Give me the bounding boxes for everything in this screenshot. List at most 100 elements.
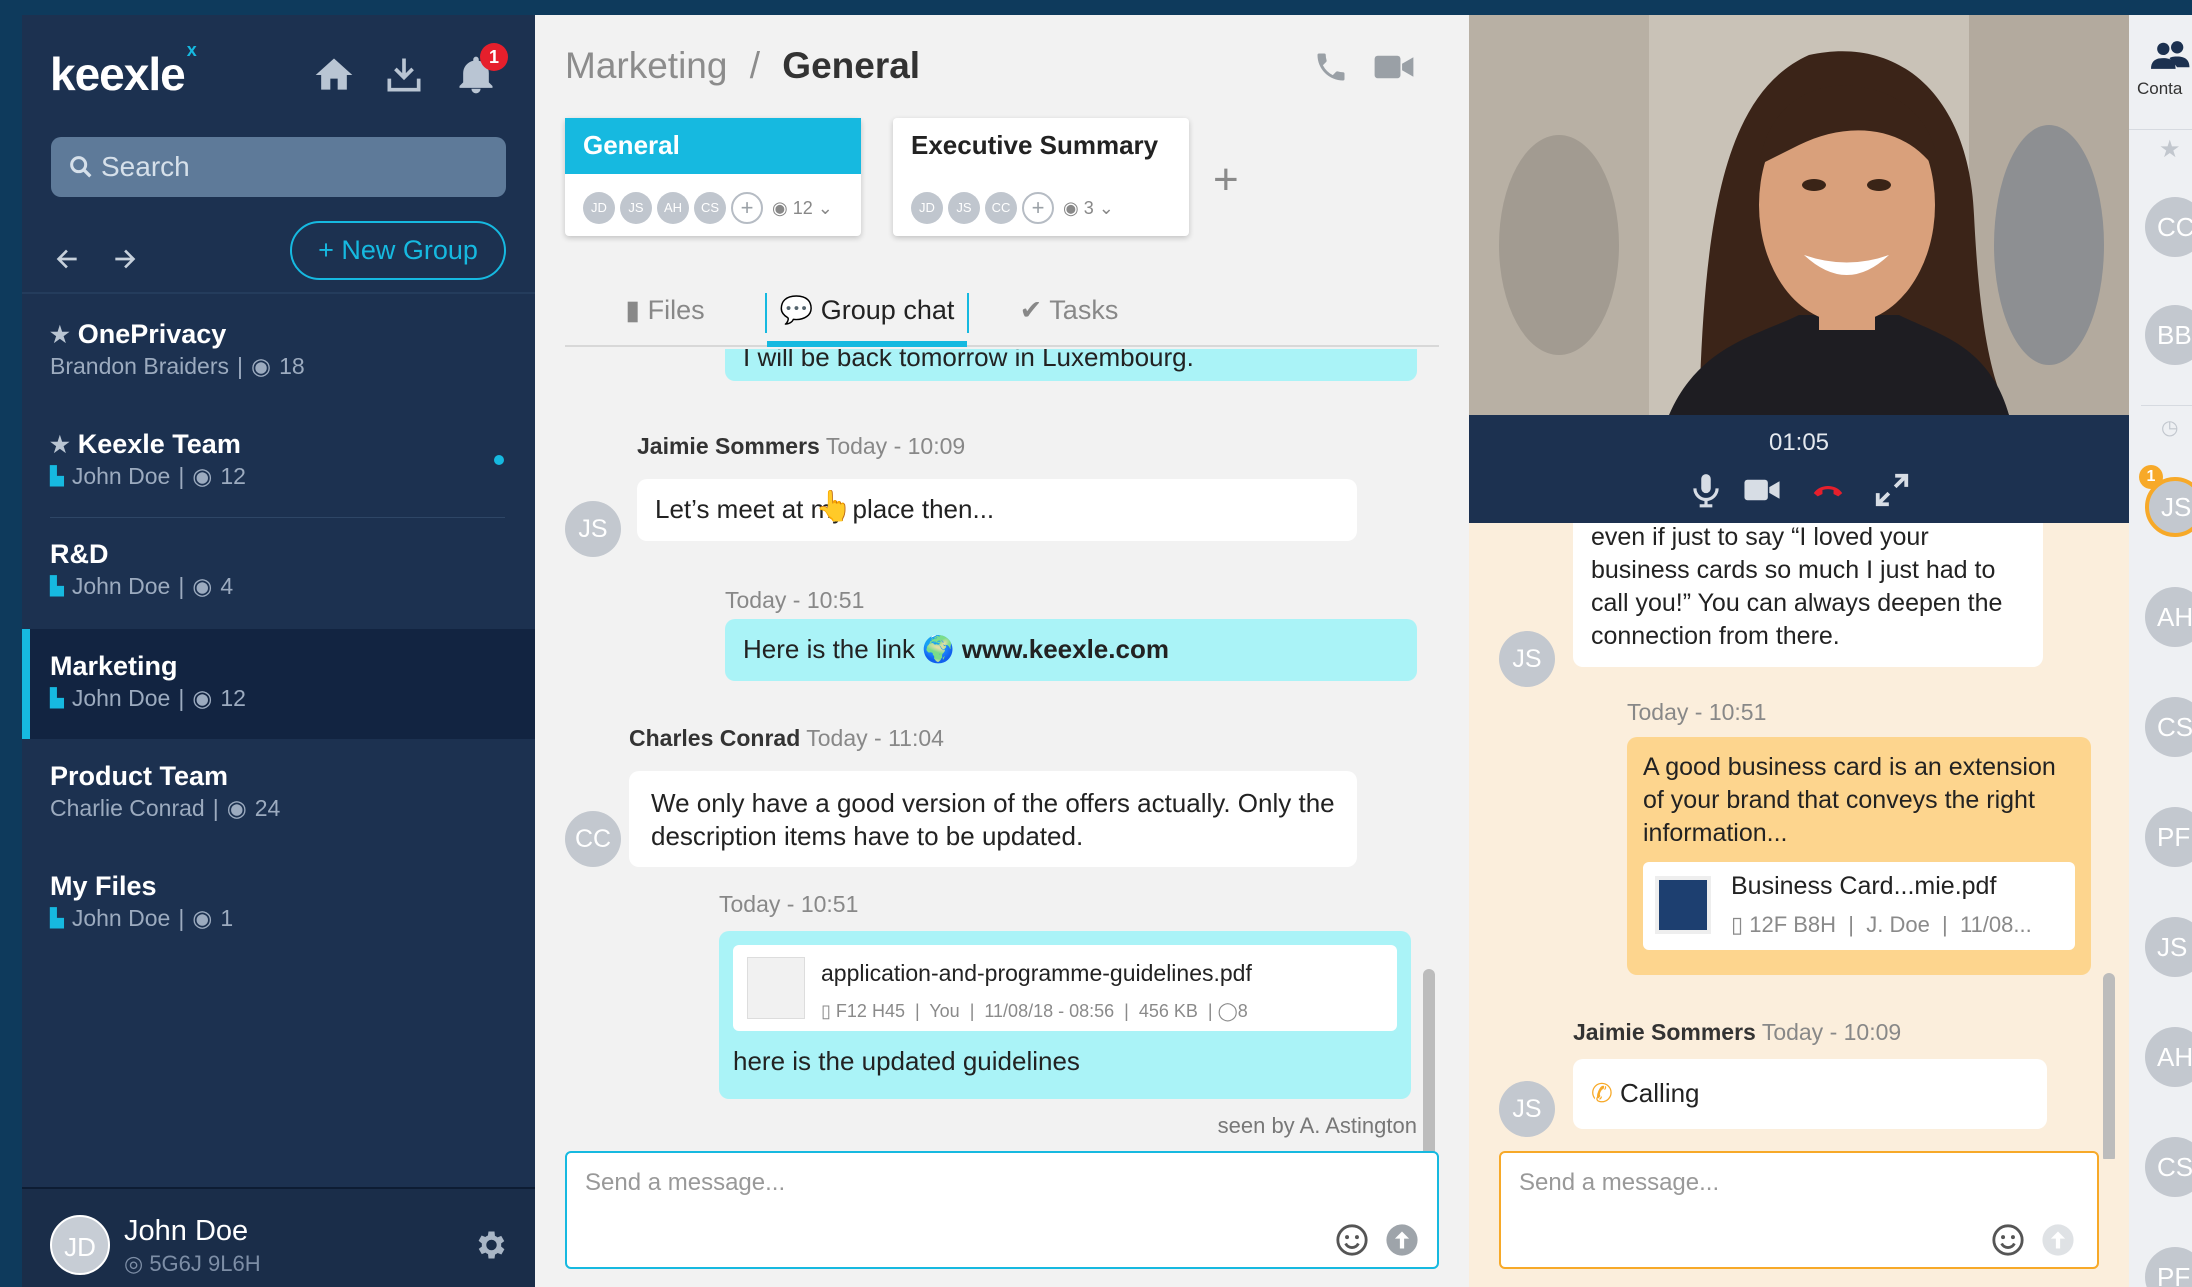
message-bubble: A good business card is an extension of …	[1627, 737, 2091, 975]
back-arrow-icon[interactable]	[50, 243, 82, 275]
call-chat-messages[interactable]: JS even if just to say “I loved your bus…	[1469, 523, 2129, 1159]
avatar[interactable]: JS	[1499, 1081, 1555, 1137]
contact-avatar[interactable]: AH	[2145, 587, 2192, 647]
group-name: Marketing	[50, 651, 178, 681]
channel-tabs: ▮ Files 💬 Group chat ✔ Tasks	[565, 283, 1439, 347]
group-name: ★ OnePrivacy	[50, 319, 227, 349]
notification-badge: 1	[480, 43, 508, 71]
contacts-icon[interactable]	[2151, 37, 2191, 73]
message-input[interactable]: Send a message...	[565, 1151, 1439, 1269]
avatar[interactable]: JS	[1499, 631, 1555, 687]
gear-icon[interactable]	[472, 1227, 508, 1263]
file-thumbnail	[747, 957, 805, 1019]
send-icon[interactable]	[2041, 1223, 2075, 1257]
user-bar: JD John Doe ◎ 5G6J 9L6H	[22, 1187, 535, 1287]
message-meta: Jaimie Sommers Today - 10:09	[1573, 1019, 1902, 1045]
contact-avatar[interactable]: CS	[2145, 697, 2192, 757]
tab-group-chat[interactable]: 💬 Group chat	[767, 283, 967, 347]
video-camera-icon[interactable]	[1373, 49, 1415, 85]
group-name: My Files	[50, 871, 157, 901]
contact-avatar[interactable]: BB	[2145, 305, 2192, 365]
avatar[interactable]: JD	[50, 1215, 110, 1275]
comment-icon: ◯	[1217, 1001, 1238, 1021]
chat-messages[interactable]: I will be back tomorrow in Luxembourg. J…	[565, 349, 1439, 1159]
tab-files[interactable]: ▮ Files	[565, 283, 765, 347]
call-timer: 01:05	[1768, 429, 1830, 456]
emoji-icon[interactable]	[1991, 1223, 2025, 1257]
group-details: Charlie Conrad | ◉ 24	[50, 795, 281, 821]
avatar: JS	[948, 192, 980, 224]
add-channel-button[interactable]: +	[1213, 155, 1239, 205]
contacts-label[interactable]: Conta	[2137, 79, 2182, 99]
add-member-button[interactable]: +	[1022, 192, 1054, 224]
expand-icon[interactable]	[1873, 471, 1911, 509]
message-text: A good business card is an extension of …	[1643, 753, 2056, 847]
phone-icon[interactable]	[1313, 49, 1349, 85]
member-count: 4	[220, 573, 234, 599]
contact-avatar[interactable]: JS	[2145, 917, 2192, 977]
search-icon	[70, 156, 92, 178]
message-text: here is the updated guidelines	[733, 1046, 1080, 1076]
message-bubble: Here is the link 🌍 www.keexle.com	[725, 619, 1417, 681]
message-link[interactable]: www.keexle.com	[962, 634, 1169, 664]
group-item[interactable]: Marketing ▙ John Doe | ◉ 12	[22, 629, 535, 739]
group-owner: John Doe	[71, 463, 171, 489]
home-icon[interactable]	[312, 53, 356, 97]
add-member-button[interactable]: +	[731, 192, 763, 224]
file-icon: ▯	[1731, 912, 1744, 937]
message-time: Today - 10:51	[719, 891, 859, 917]
avatar[interactable]: JS	[565, 501, 621, 557]
composer-placeholder: Send a message...	[1519, 1169, 1720, 1196]
user-name: John Doe	[124, 1215, 249, 1247]
group-details: ▙ John Doe | ◉ 4	[50, 573, 234, 599]
members-icon: ◉	[192, 573, 213, 599]
search-input[interactable]: Search	[51, 137, 506, 197]
video-camera-icon[interactable]	[1743, 471, 1781, 509]
send-icon[interactable]	[1385, 1223, 1419, 1257]
unread-dot	[494, 455, 504, 465]
group-item[interactable]: ★ OnePrivacy Brandon Braiders | ◉ 18	[22, 297, 535, 407]
hang-up-icon[interactable]	[1809, 471, 1847, 509]
video-feed[interactable]	[1469, 15, 2129, 415]
channel-card-general[interactable]: General JD JS AH CS + ◉ 12 ⌄	[565, 118, 861, 236]
group-details: ▙ John Doe | ◉ 12	[50, 685, 246, 711]
group-item[interactable]: Product Team Charlie Conrad | ◉ 24	[22, 739, 535, 849]
microphone-icon[interactable]	[1687, 471, 1725, 509]
app-logo[interactable]: keexle x	[50, 40, 197, 101]
contact-avatar[interactable]: CC	[2145, 197, 2192, 257]
contact-avatar[interactable]: PF	[2145, 807, 2192, 867]
avatar[interactable]: CC	[565, 811, 621, 867]
member-count[interactable]: ◉ 12 ⌄	[772, 198, 833, 219]
scrollbar[interactable]	[1423, 969, 1435, 1159]
check-circle-icon: ✔	[1019, 295, 1043, 325]
member-count[interactable]: ◉ 3 ⌄	[1063, 198, 1114, 219]
group-item[interactable]: My Files ▙ John Doe | ◉ 1	[22, 849, 535, 959]
breadcrumb-parent[interactable]: Marketing	[565, 45, 727, 86]
contact-avatar[interactable]: PF	[2145, 1247, 2192, 1287]
contact-avatar[interactable]: CS	[2145, 1137, 2192, 1197]
group-item[interactable]: R&D ▙ John Doe | ◉ 4	[22, 517, 535, 627]
call-message-input[interactable]: Send a message...	[1499, 1151, 2099, 1269]
channel-title: General	[565, 118, 861, 174]
new-group-button[interactable]: + New Group	[290, 221, 506, 280]
active-indicator	[22, 629, 30, 739]
contact-avatar[interactable]: AH	[2145, 1027, 2192, 1087]
bookmark-icon: ▙	[50, 576, 64, 596]
channel-card-executive-summary[interactable]: Executive Summary JD JS CC + ◉ 3 ⌄	[893, 118, 1189, 236]
tab-tasks[interactable]: ✔ Tasks	[969, 283, 1169, 347]
search-placeholder: Search	[101, 151, 190, 182]
scrollbar[interactable]	[2103, 973, 2115, 1159]
sidebar: keexle x 1 Search + New Group ★ OnePrivacy…	[22, 15, 535, 1287]
download-icon[interactable]	[382, 53, 426, 97]
group-item[interactable]: ★ Keexle Team ▙ John Doe | ◉ 12	[22, 407, 535, 517]
file-attachment[interactable]: Business Card...mie.pdf ▯ 12F B8H | J. D…	[1643, 862, 2075, 950]
message-bubble: I will be back tomorrow in Luxembourg.	[725, 349, 1417, 381]
message-bubble: ✆ Calling	[1573, 1059, 2047, 1129]
file-attachment[interactable]: application-and-programme-guidelines.pdf…	[733, 945, 1397, 1031]
phone-icon: ✆	[1591, 1078, 1613, 1108]
emoji-icon[interactable]	[1335, 1223, 1369, 1257]
forward-arrow-icon[interactable]	[110, 243, 142, 275]
group-details: Brandon Braiders | ◉ 18	[50, 353, 305, 379]
file-meta: ▯ 12F B8H | J. Doe | 11/08...	[1731, 912, 2032, 937]
message-bubble: application-and-programme-guidelines.pdf…	[719, 931, 1411, 1099]
